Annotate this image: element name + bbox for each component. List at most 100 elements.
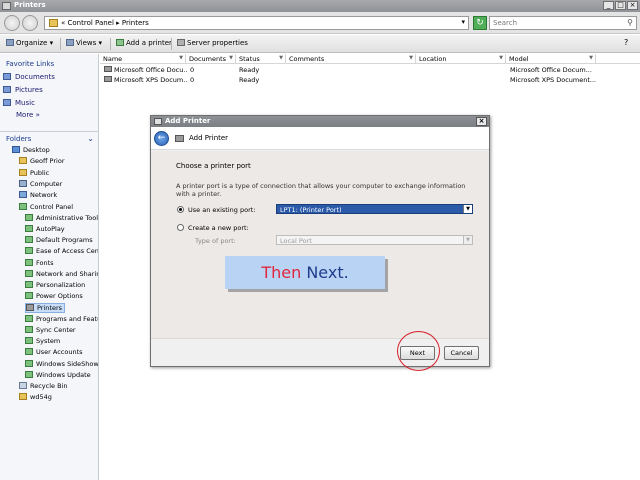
control-panel-icon bbox=[49, 19, 58, 27]
toolbar-divider bbox=[110, 38, 111, 50]
sort-arrow-icon[interactable]: ▼ bbox=[589, 55, 593, 61]
power-options-icon bbox=[25, 292, 33, 299]
tree-item-sideshow[interactable]: Windows SideShow bbox=[25, 360, 98, 368]
tree-item-ease-of-access[interactable]: Ease of Access Center bbox=[25, 247, 98, 255]
cancel-button[interactable]: Cancel bbox=[444, 346, 479, 360]
column-header-label: Documents bbox=[189, 55, 227, 63]
sort-arrow-icon[interactable]: ▼ bbox=[409, 55, 413, 61]
refresh-icon[interactable]: ↻ bbox=[473, 16, 487, 30]
personalization-icon bbox=[25, 281, 33, 288]
printer-status: Ready bbox=[239, 66, 260, 74]
sort-arrow-icon[interactable]: ▼ bbox=[229, 55, 233, 61]
organize-icon bbox=[6, 39, 14, 46]
system-icon bbox=[25, 337, 33, 344]
tree-item-default-programs[interactable]: Default Programs bbox=[25, 236, 98, 244]
tree-item-printers[interactable]: Printers bbox=[25, 303, 65, 313]
chevron-down-icon[interactable]: ⌄ bbox=[87, 134, 94, 143]
column-header-documents[interactable]: Documents ▼ bbox=[186, 54, 236, 64]
tree-item-windows-update[interactable]: Windows Update bbox=[25, 371, 98, 379]
pictures-icon bbox=[3, 86, 11, 93]
printer-icon bbox=[104, 66, 112, 72]
tree-item-control-panel[interactable]: Control Panel bbox=[19, 203, 105, 211]
maximize-button[interactable]: □ bbox=[615, 1, 626, 10]
tree-item-personalization[interactable]: Personalization bbox=[25, 281, 98, 289]
tree-item-system[interactable]: System bbox=[25, 337, 98, 345]
list-item[interactable]: Microsoft Office Docu... 0 Ready Microso… bbox=[100, 66, 640, 75]
dialog-title-bar: Add Printer × bbox=[151, 116, 489, 127]
help-icon[interactable]: ? bbox=[624, 38, 628, 47]
column-header-model[interactable]: Model ▼ bbox=[506, 54, 596, 64]
address-bar[interactable]: « Control Panel ▸ Printers ▾ bbox=[44, 16, 469, 30]
sort-arrow-icon[interactable]: ▼ bbox=[499, 55, 503, 61]
chevron-down-icon[interactable]: ▾ bbox=[461, 18, 465, 26]
create-new-port-label[interactable]: Create a new port: bbox=[188, 224, 249, 232]
tree-item-power-options[interactable]: Power Options bbox=[25, 292, 98, 300]
printer-icon bbox=[26, 304, 34, 311]
chevron-down-icon[interactable]: ▼ bbox=[463, 205, 472, 213]
column-header-name[interactable]: Name ▼ bbox=[100, 54, 186, 64]
list-item[interactable]: Microsoft XPS Docum... 0 Ready Microsoft… bbox=[100, 76, 640, 85]
minimize-button[interactable]: _ bbox=[603, 1, 614, 10]
forward-button[interactable] bbox=[22, 15, 38, 31]
tree-item-recycle-bin[interactable]: Recycle Bin bbox=[19, 382, 105, 390]
add-printer-button[interactable]: Add a printer bbox=[116, 39, 172, 47]
page-heading: Choose a printer port bbox=[176, 162, 251, 170]
tree-item-sync-center[interactable]: Sync Center bbox=[25, 326, 98, 334]
organize-label: Organize bbox=[16, 39, 48, 47]
views-menu[interactable]: Views ▾ bbox=[66, 39, 102, 47]
create-new-port-radio[interactable] bbox=[177, 224, 184, 231]
search-input[interactable]: Search ⚲ bbox=[489, 16, 637, 30]
printer-name[interactable]: Microsoft Office Docu... bbox=[104, 66, 188, 74]
tree-item-fonts[interactable]: Fonts bbox=[25, 259, 98, 267]
tree-item-public[interactable]: Public bbox=[19, 169, 105, 177]
favorite-link-music[interactable]: Music bbox=[3, 99, 35, 107]
favorite-link-documents[interactable]: Documents bbox=[3, 73, 55, 81]
column-header-label: Status bbox=[239, 55, 260, 63]
use-existing-port-radio[interactable] bbox=[177, 206, 184, 213]
breadcrumb[interactable]: « Control Panel ▸ Printers bbox=[61, 19, 149, 27]
search-icon[interactable]: ⚲ bbox=[627, 18, 633, 27]
tree-item-wd54g[interactable]: wd54g bbox=[19, 393, 105, 401]
tree-item-label: Fonts bbox=[36, 259, 54, 267]
type-of-port-label: Type of port: bbox=[195, 237, 236, 245]
type-of-port-select: Local Port ▼ bbox=[276, 235, 473, 245]
existing-port-select[interactable]: LPT1: (Printer Port) ▼ bbox=[276, 204, 473, 214]
tree-item-user-accounts[interactable]: User Accounts bbox=[25, 348, 98, 356]
server-properties-button[interactable]: Server properties bbox=[177, 39, 248, 47]
tree-item-autoplay[interactable]: AutoPlay bbox=[25, 225, 98, 233]
tree-item-programs-features[interactable]: Programs and Features bbox=[25, 315, 98, 323]
dialog-close-button[interactable]: × bbox=[476, 117, 487, 126]
page-description: A printer port is a type of connection t… bbox=[176, 182, 466, 198]
dialog-body: Choose a printer port A printer port is … bbox=[151, 151, 489, 338]
column-header-row: Name ▼ Documents ▼ Status ▼ Comments ▼ Locat… bbox=[100, 54, 640, 64]
favorite-link-label: Documents bbox=[15, 73, 55, 81]
desktop-icon bbox=[12, 146, 20, 153]
tree-item-label: User Accounts bbox=[36, 348, 83, 356]
tree-item-user[interactable]: Geoff Prior bbox=[19, 157, 105, 165]
column-header-status[interactable]: Status ▼ bbox=[236, 54, 286, 64]
sort-arrow-icon[interactable]: ▼ bbox=[279, 55, 283, 61]
tree-item-network-sharing[interactable]: Network and Sharing Center bbox=[25, 270, 98, 278]
back-button[interactable] bbox=[4, 15, 20, 31]
sort-arrow-icon[interactable]: ▼ bbox=[179, 55, 183, 61]
network-icon bbox=[19, 191, 27, 198]
column-header-label: Model bbox=[509, 55, 529, 63]
favorite-link-pictures[interactable]: Pictures bbox=[3, 86, 43, 94]
column-header-label: Comments bbox=[289, 55, 325, 63]
tree-item-network[interactable]: Network bbox=[19, 191, 105, 199]
printer-name[interactable]: Microsoft XPS Docum... bbox=[104, 76, 188, 84]
tree-item-desktop[interactable]: Desktop bbox=[12, 146, 98, 154]
printer-model: Microsoft XPS Document... bbox=[510, 76, 596, 84]
use-existing-port-label[interactable]: Use an existing port: bbox=[188, 206, 255, 214]
favorite-link-more[interactable]: More » bbox=[16, 111, 40, 119]
column-header-location[interactable]: Location ▼ bbox=[416, 54, 506, 64]
server-properties-icon bbox=[177, 39, 185, 46]
organize-menu[interactable]: Organize ▾ bbox=[6, 39, 53, 47]
tree-item-admin-tools[interactable]: Administrative Tools bbox=[25, 214, 98, 222]
caption-word-then: Then bbox=[261, 263, 302, 282]
wizard-back-button[interactable]: ← bbox=[154, 131, 169, 146]
close-button[interactable]: × bbox=[627, 1, 638, 10]
folders-header[interactable]: Folders ⌄ bbox=[0, 131, 98, 145]
column-header-comments[interactable]: Comments ▼ bbox=[286, 54, 416, 64]
tree-item-computer[interactable]: Computer bbox=[19, 180, 105, 188]
